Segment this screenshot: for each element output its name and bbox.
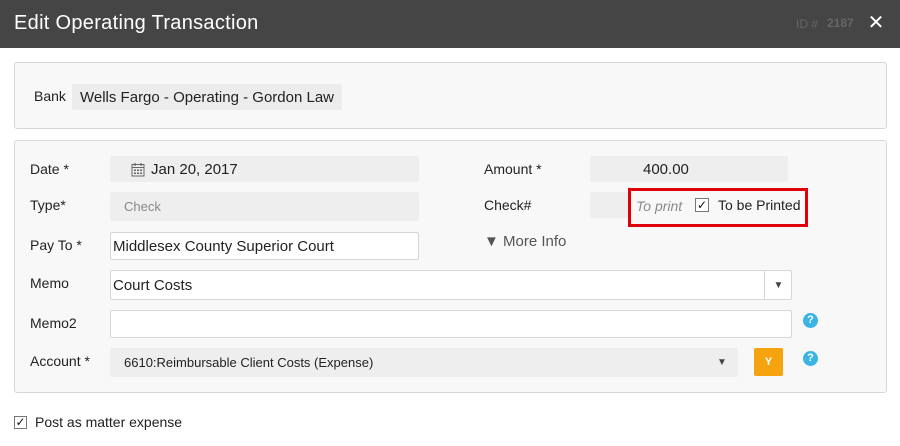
to-be-printed-highlight (628, 188, 808, 227)
memo-dropdown-arrow[interactable]: ▼ (764, 271, 792, 299)
pay-to-label: Pay To * (30, 237, 82, 253)
post-as-matter-expense-checkbox[interactable]: ✓ (14, 415, 27, 429)
date-label: Date * (30, 161, 69, 177)
memo-field[interactable]: Court Costs (110, 270, 792, 300)
type-placeholder: Check (124, 199, 161, 214)
pay-to-field[interactable]: Middlesex County Superior Court (110, 232, 419, 260)
date-value: Jan 20, 2017 (151, 160, 238, 178)
type-field[interactable]: Check (110, 192, 419, 221)
check-number-field[interactable] (590, 192, 630, 218)
account-select[interactable]: 6610:Reimbursable Client Costs (Expense) (110, 348, 738, 377)
amount-label: Amount * (484, 161, 542, 177)
memo-label: Memo (30, 275, 69, 291)
memo2-help-icon[interactable]: ? (803, 313, 818, 328)
amount-value: 400.00 (643, 160, 689, 178)
bank-value: Wells Fargo - Operating - Gordon Law (72, 84, 342, 110)
calendar-icon (131, 162, 145, 176)
memo2-field[interactable] (110, 310, 792, 338)
post-as-matter-expense-option[interactable]: ✓ Post as matter expense (14, 414, 182, 430)
memo2-label: Memo2 (30, 315, 77, 331)
date-field[interactable]: Jan 20, 2017 (110, 156, 419, 182)
account-help-icon[interactable]: ? (803, 351, 818, 366)
id-value: 2187 (827, 16, 854, 30)
amount-field[interactable]: 400.00 (590, 156, 788, 182)
account-dropdown-arrow[interactable]: ▼ (717, 357, 727, 368)
memo-value: Court Costs (113, 276, 193, 294)
account-label: Account * (30, 353, 90, 369)
check-number-label: Check# (484, 197, 532, 213)
id-label: ID # (796, 17, 819, 31)
dialog-titlebar: Edit Operating Transaction ID # 2187 ✕ (0, 0, 900, 48)
pay-to-value: Middlesex County Superior Court (113, 237, 334, 255)
account-value: 6610:Reimbursable Client Costs (Expense) (124, 355, 374, 370)
close-icon[interactable]: ✕ (866, 12, 886, 34)
type-label: Type* (30, 197, 66, 213)
more-info-toggle[interactable]: ▼ More Info (484, 233, 566, 250)
bank-label: Bank (34, 88, 66, 104)
post-as-matter-expense-label: Post as matter expense (35, 414, 183, 430)
account-y-button[interactable]: Y (754, 348, 783, 376)
dialog-title: Edit Operating Transaction (14, 12, 259, 34)
